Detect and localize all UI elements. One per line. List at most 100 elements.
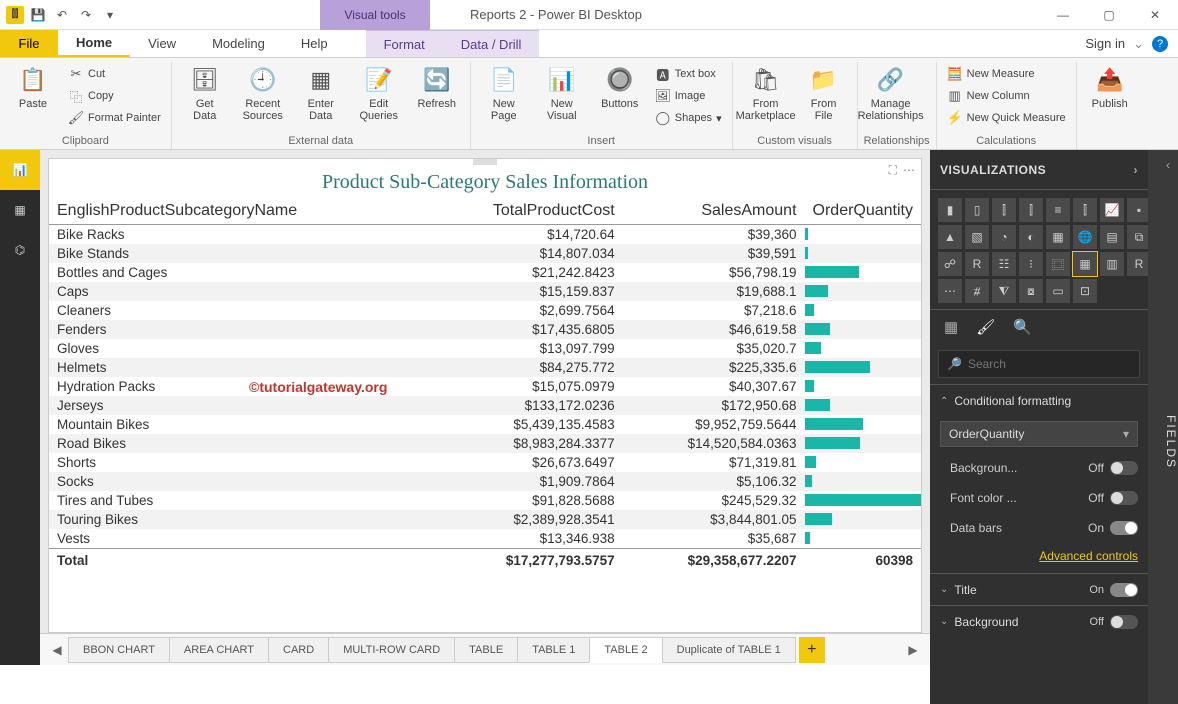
viz-type-icon[interactable]: ⊡ [1073,279,1097,303]
col-header-qty[interactable]: OrderQuantity [805,198,921,225]
table-row[interactable]: Bottles and Cages$21,242.8423$56,798.19 [49,263,921,282]
visualizations-header[interactable]: VISUALIZATIONS› [930,150,1148,190]
fields-tab-icon[interactable]: ▦ [944,318,958,336]
tab-view[interactable]: View [130,30,194,57]
buttons-button[interactable]: 🔘Buttons [593,62,647,110]
fields-pane-collapsed[interactable]: FIELDS [1148,150,1178,704]
viz-type-icon[interactable]: R [965,252,989,276]
data-table[interactable]: EnglishProductSubcategoryName TotalProdu… [49,198,921,570]
viz-type-icon[interactable]: ▥ [1100,252,1124,276]
table-row[interactable]: Jerseys$133,172.0236$172,950.68 [49,396,921,415]
table-row[interactable]: Shorts$26,673.6497$71,319.81 [49,453,921,472]
new-column-button[interactable]: ▥New Column [943,86,1070,106]
enter-data-button[interactable]: ▦Enter Data [294,62,348,122]
chevron-down-icon[interactable]: ⌄ [1133,36,1144,52]
from-file-button[interactable]: 📁From File [797,62,851,122]
viz-type-icon[interactable]: ◐ [1019,225,1043,249]
cf-field-dropdown[interactable]: OrderQuantity▾ [940,421,1138,447]
viz-type-icon[interactable]: ⧇ [1019,279,1043,303]
new-page-button[interactable]: 📄New Page [477,62,531,122]
tab-modeling[interactable]: Modeling [194,30,283,57]
table-row[interactable]: Road Bikes$8,983,284.3377$14,520,584.036… [49,434,921,453]
chevron-left-icon[interactable]: ‹ [1166,158,1170,172]
viz-type-icon[interactable]: 📈 [1100,198,1124,222]
sheet-tab[interactable]: AREA CHART [169,637,269,663]
section-title[interactable]: ⌄ Title On [930,573,1148,605]
focus-mode-icon[interactable]: ⛶ [889,163,897,178]
viz-type-icon[interactable]: ▲ [938,225,962,249]
table-row[interactable]: Touring Bikes$2,389,928.3541$3,844,801.0… [49,510,921,529]
title-toggle[interactable] [1110,583,1138,597]
table-row[interactable]: Tires and Tubes$91,828.5688$245,529.32 [49,491,921,510]
viz-type-icon[interactable]: ⁝ [1019,252,1043,276]
cf-background-toggle[interactable] [1110,461,1138,475]
format-painter-button[interactable]: 🖌Format Painter [64,108,165,128]
table-row[interactable]: Fenders$17,435.6805$46,619.58 [49,320,921,339]
col-header-cost[interactable]: TotalProductCost [422,198,623,225]
tab-data-drill[interactable]: Data / Drill [443,30,540,57]
viz-type-icon[interactable]: ▮ [938,198,962,222]
sheet-tab[interactable]: Duplicate of TABLE 1 [662,637,796,663]
viz-type-icon[interactable]: ⧨ [992,279,1016,303]
sheets-next-icon[interactable]: ▶ [902,639,924,661]
viz-type-icon[interactable]: ≡ [1046,198,1070,222]
help-icon[interactable]: ? [1152,36,1168,52]
refresh-button[interactable]: 🔄Refresh [410,62,464,110]
data-view-icon[interactable]: ▦ [0,190,40,230]
viz-type-icon[interactable]: ⫿ [1019,198,1043,222]
save-icon[interactable]: 💾 [28,5,48,25]
search-box[interactable]: 🔎 [938,350,1140,378]
viz-type-icon[interactable]: ⫿ [1073,198,1097,222]
minimize-button[interactable]: — [1040,0,1086,30]
add-sheet-button[interactable]: + [799,637,825,663]
sheet-tab[interactable]: TABLE [454,637,518,663]
table-row[interactable]: Caps$15,159.837$19,688.1 [49,282,921,301]
viz-type-icon[interactable]: ⿴ [1046,252,1070,276]
background-toggle[interactable] [1110,615,1138,629]
report-canvas[interactable]: ⛶ ⋯ Product Sub-Category Sales Informati… [48,158,922,633]
viz-type-icon[interactable]: ⫿ [992,198,1016,222]
viz-type-icon[interactable]: ◔ [992,225,1016,249]
cf-databars-toggle[interactable] [1110,521,1138,535]
close-button[interactable]: ✕ [1132,0,1178,30]
viz-type-icon[interactable]: ⧥ [965,279,989,303]
format-tab-icon[interactable]: 🖌 [976,318,995,336]
viz-type-icon[interactable]: ☍ [938,252,962,276]
shapes-button[interactable]: ◯Shapes ▾ [651,108,726,128]
col-header-name[interactable]: EnglishProductSubcategoryName [49,198,422,225]
table-row[interactable]: Socks$1,909.7864$5,106.32 [49,472,921,491]
search-input[interactable] [968,357,1131,371]
viz-type-icon[interactable]: 🌐 [1073,225,1097,249]
maximize-button[interactable]: ▢ [1086,0,1132,30]
tab-format[interactable]: Format [366,30,443,57]
viz-type-icon[interactable]: ▤ [1100,225,1124,249]
tab-file[interactable]: File [0,30,58,57]
section-background[interactable]: ⌄ Background Off [930,605,1148,637]
sign-in-link[interactable]: Sign in [1085,36,1125,51]
table-row[interactable]: Hydration Packs$15,075.0979$40,307.67 [49,377,921,396]
from-marketplace-button[interactable]: 🛍From Marketplace [739,62,793,122]
table-row[interactable]: Bike Stands$14,807.034$39,591 [49,244,921,263]
more-options-icon[interactable]: ⋯ [903,163,915,178]
sheet-tab[interactable]: MULTI-ROW CARD [328,637,455,663]
viz-type-icon[interactable]: ▭ [1046,279,1070,303]
col-header-sales[interactable]: SalesAmount [623,198,805,225]
report-view-icon[interactable]: 📊 [0,150,40,190]
sheet-tab[interactable]: CARD [268,637,329,663]
tab-help[interactable]: Help [283,30,346,57]
redo-icon[interactable]: ↷ [76,5,96,25]
sheet-tab[interactable]: TABLE 1 [517,637,590,663]
analytics-tab-icon[interactable]: 🔍 [1013,318,1032,336]
model-view-icon[interactable]: ⌬ [0,230,40,270]
qat-dropdown-icon[interactable]: ▾ [100,5,120,25]
cf-fontcolor-toggle[interactable] [1110,491,1138,505]
visual-drag-handle[interactable] [473,159,497,165]
new-visual-button[interactable]: 📊New Visual [535,62,589,122]
viz-type-icon[interactable]: ▯ [965,198,989,222]
section-conditional-formatting[interactable]: ⌃ Conditional formatting [930,385,1148,417]
paste-button[interactable]: 📋Paste [6,62,60,110]
table-row[interactable]: Gloves$13,097.799$35,020.7 [49,339,921,358]
viz-type-icon[interactable]: ⋯ [938,279,962,303]
new-quick-measure-button[interactable]: ⚡New Quick Measure [943,108,1070,128]
viz-type-icon[interactable]: ▧ [965,225,989,249]
